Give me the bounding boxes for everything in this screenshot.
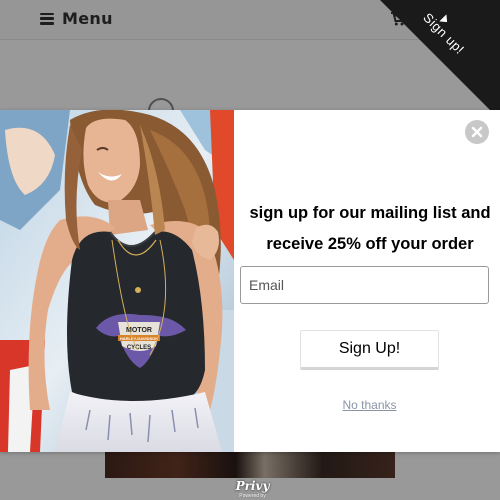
shirt-print-text: CYCLES	[127, 345, 151, 351]
privy-logo: Privy	[235, 479, 270, 493]
ribbon-background	[380, 0, 500, 120]
email-field[interactable]	[240, 266, 489, 304]
popup-headline: sign up for our mailing list and receive…	[240, 198, 500, 260]
headline-line-1: sign up for our mailing list and	[249, 204, 491, 222]
no-thanks-link[interactable]: No thanks	[300, 398, 439, 412]
signup-button[interactable]: Sign Up!	[300, 330, 439, 370]
headline-line-2: receive 25% off your order	[266, 235, 474, 253]
privy-subtext: Powered by	[239, 493, 266, 499]
model-photo: MOTOR HARLEY-DAVIDSON CYCLES	[0, 110, 234, 452]
shirt-print-text: HARLEY-DAVIDSON	[120, 336, 158, 341]
privy-badge[interactable]: Privy Powered by	[225, 478, 280, 500]
close-icon	[471, 126, 483, 138]
close-button[interactable]	[465, 120, 489, 144]
signup-ribbon[interactable]: Sign up!	[380, 0, 500, 120]
